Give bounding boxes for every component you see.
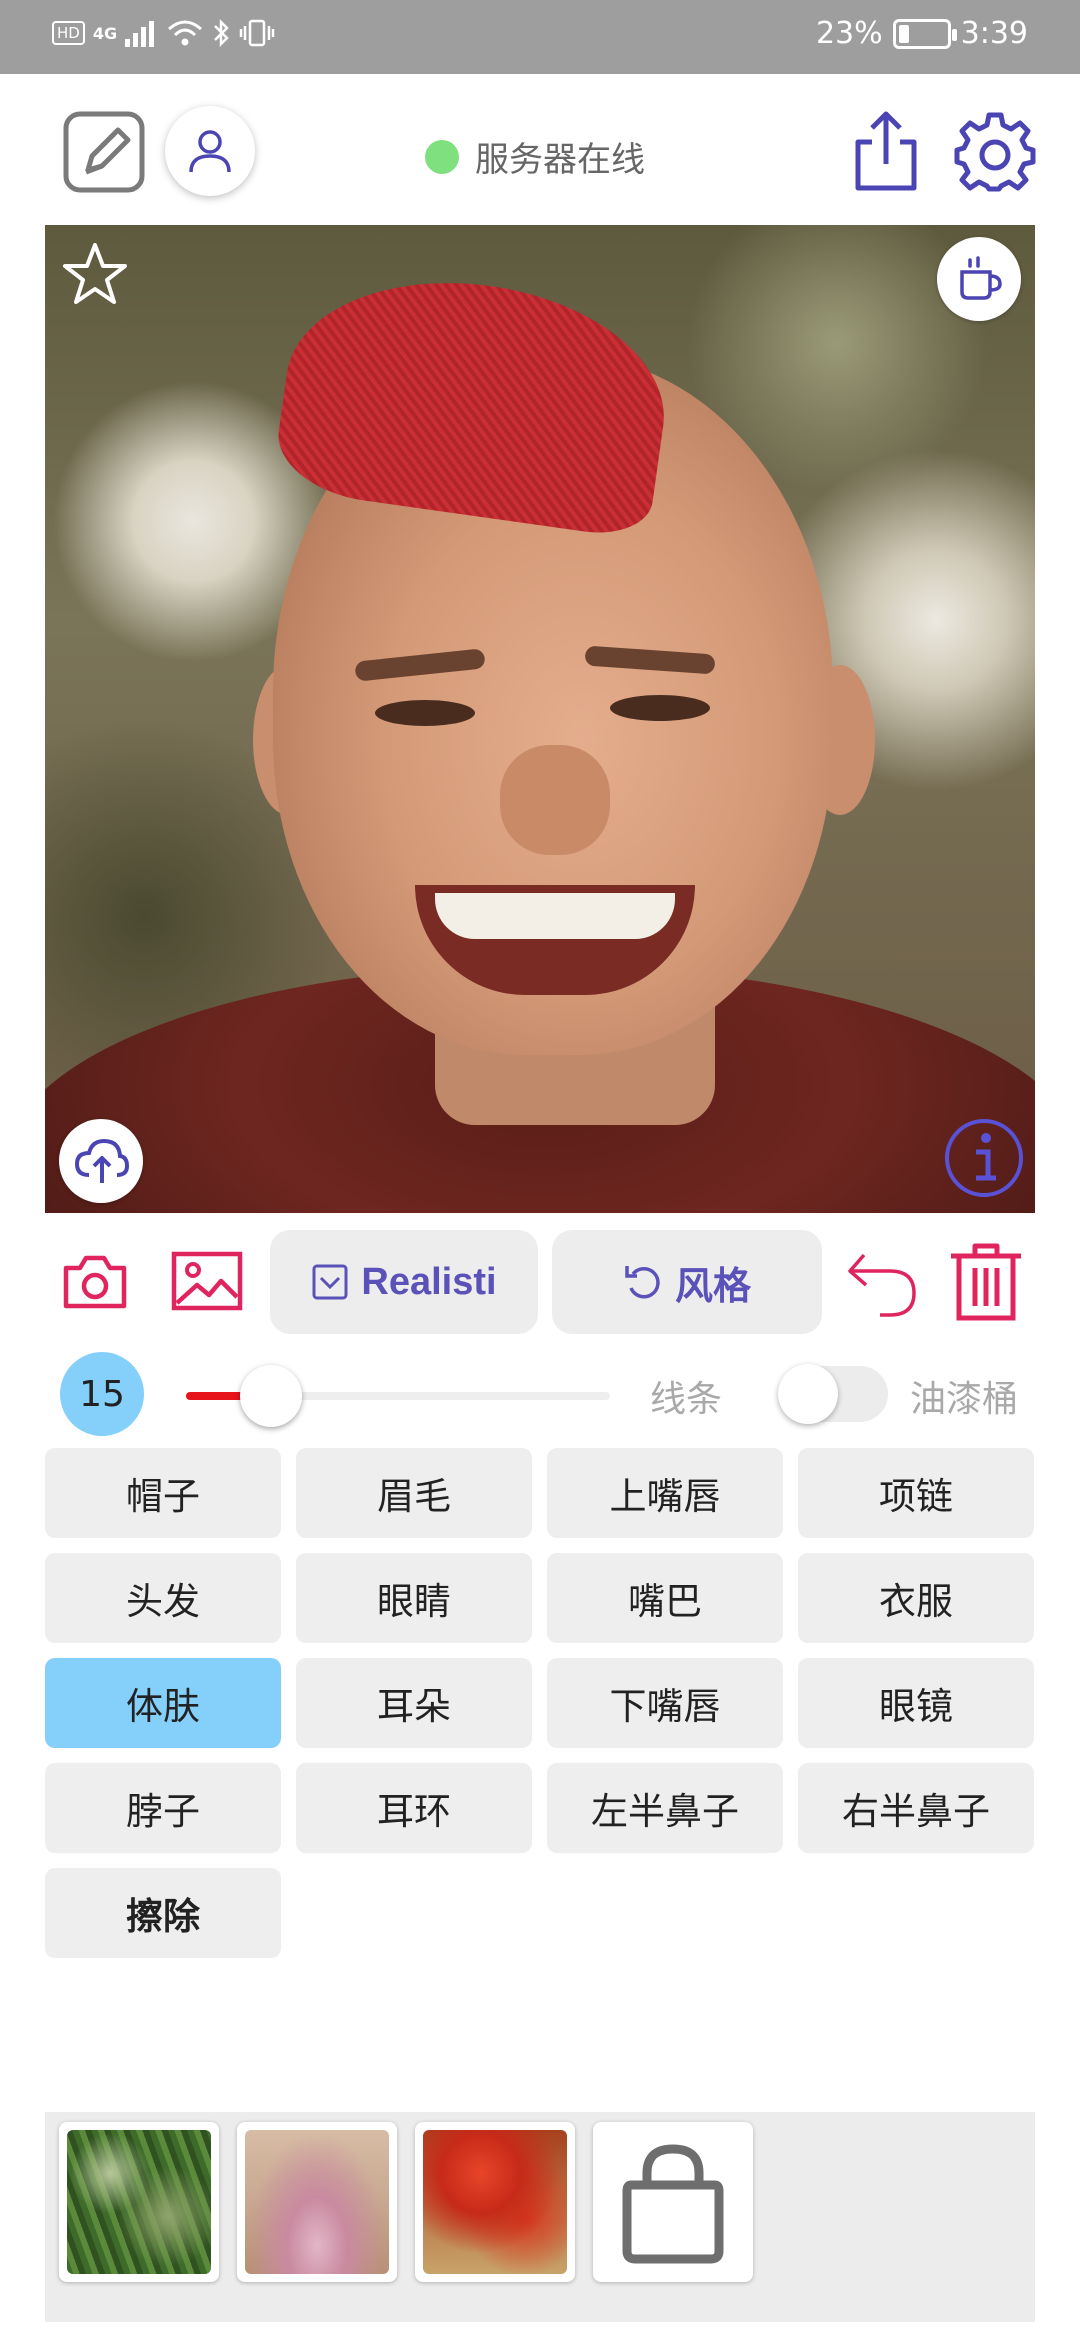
- shop-bag-icon: [622, 2144, 724, 2264]
- part-chip[interactable]: 项链: [798, 1448, 1034, 1538]
- cup-icon: [960, 256, 1002, 300]
- upload-cloud-icon: [74, 1138, 129, 1183]
- image-icon: [171, 1251, 243, 1311]
- mode-label: Realisti: [361, 1260, 497, 1303]
- line-mode-label: 线条: [650, 1379, 723, 1420]
- star-icon: [63, 243, 127, 304]
- part-chip[interactable]: 上嘴唇: [547, 1448, 783, 1538]
- brush-controls: 15 线条 油漆桶: [0, 1350, 1080, 1440]
- part-chip[interactable]: 脖子: [45, 1763, 281, 1853]
- network-label: 4G: [92, 23, 118, 43]
- upload-button[interactable]: [59, 1119, 143, 1203]
- undo-button[interactable]: [842, 1242, 922, 1322]
- action-row: Realisti 风格: [0, 1228, 1080, 1338]
- part-chip[interactable]: 体肤: [45, 1658, 281, 1748]
- style-label: 风格: [674, 1265, 751, 1308]
- part-chip[interactable]: 帽子: [45, 1448, 281, 1538]
- part-chip[interactable]: 嘴巴: [547, 1553, 783, 1643]
- top-toolbar: 服务器在线: [0, 74, 1080, 224]
- mode-chip[interactable]: Realisti: [270, 1230, 538, 1334]
- style-thumbnail[interactable]: [237, 2122, 397, 2282]
- refresh-icon: [625, 1266, 660, 1299]
- part-chip[interactable]: 头发: [45, 1553, 281, 1643]
- brush-size-badge: 15: [60, 1352, 144, 1436]
- shop-button[interactable]: [593, 2122, 753, 2282]
- camera-button[interactable]: [60, 1246, 130, 1316]
- gallery-button[interactable]: [170, 1246, 244, 1316]
- part-chip[interactable]: 眉毛: [296, 1448, 532, 1538]
- part-chip[interactable]: 眼睛: [296, 1553, 532, 1643]
- clock: 3:39: [960, 16, 1028, 51]
- settings-button[interactable]: [950, 106, 1040, 196]
- photo-canvas[interactable]: [45, 225, 1035, 1213]
- bluetooth-icon: [214, 18, 229, 48]
- photo-nose: [500, 745, 610, 855]
- status-icons: HD 4G: [52, 18, 275, 48]
- style-tray: [45, 2112, 1035, 2322]
- server-status: 服务器在线: [425, 132, 645, 181]
- share-icon: [855, 111, 917, 191]
- favorite-button[interactable]: [59, 239, 131, 311]
- photo-eye-right: [610, 695, 710, 721]
- info-icon: [945, 1119, 1023, 1197]
- bucket-mode-label: 油漆桶: [910, 1379, 1019, 1420]
- part-chip[interactable]: 擦除: [45, 1868, 281, 1958]
- edit-button[interactable]: [62, 110, 146, 194]
- battery-icon: [892, 18, 957, 49]
- part-chip[interactable]: 眼镜: [798, 1658, 1034, 1748]
- cup-button[interactable]: [937, 237, 1021, 321]
- slider-thumb[interactable]: [239, 1365, 302, 1427]
- settings-icon: [954, 112, 1036, 192]
- vibrate-icon: [239, 19, 275, 47]
- style-chip[interactable]: 风格: [552, 1230, 822, 1334]
- status-bar: HD 4G 23% 3:39: [0, 0, 1080, 74]
- checkbox-icon: [312, 1264, 348, 1300]
- battery-percent: 23%: [815, 16, 883, 51]
- trash-icon: [951, 1243, 1021, 1321]
- photo-eye-left: [375, 700, 475, 726]
- signal-icon: [125, 21, 155, 47]
- part-selector: 帽子 眉毛 上嘴唇 项链头发 眼睛 嘴巴 衣服体肤 耳朵 下嘴唇 眼镜脖子 耳环 左半鼻子 右半鼻子擦除: [45, 1448, 1035, 1958]
- part-chip[interactable]: 左半鼻子: [547, 1763, 783, 1853]
- camera-icon: [63, 1255, 127, 1309]
- status-right: 23% 3:39: [816, 16, 1028, 51]
- part-chip[interactable]: 耳环: [296, 1763, 532, 1853]
- edit-icon: [63, 111, 145, 193]
- delete-button[interactable]: [944, 1238, 1028, 1326]
- style-thumbnail[interactable]: [415, 2122, 575, 2282]
- undo-icon: [848, 1253, 916, 1317]
- part-chip[interactable]: 耳朵: [296, 1658, 532, 1748]
- info-button[interactable]: [941, 1115, 1027, 1201]
- part-chip[interactable]: 衣服: [798, 1553, 1034, 1643]
- hd-badge: HD: [52, 21, 85, 45]
- user-button[interactable]: [165, 106, 255, 196]
- share-button[interactable]: [846, 106, 926, 196]
- bucket-toggle[interactable]: [778, 1364, 888, 1424]
- wifi-icon: [168, 20, 203, 46]
- server-status-text: 服务器在线: [475, 140, 645, 180]
- part-chip[interactable]: 右半鼻子: [798, 1763, 1034, 1853]
- user-icon: [189, 130, 231, 173]
- part-chip[interactable]: 下嘴唇: [547, 1658, 783, 1748]
- style-thumbnail[interactable]: [59, 2122, 219, 2282]
- toggle-knob: [778, 1364, 838, 1424]
- brush-size-slider[interactable]: [186, 1365, 610, 1427]
- online-indicator: [425, 139, 459, 174]
